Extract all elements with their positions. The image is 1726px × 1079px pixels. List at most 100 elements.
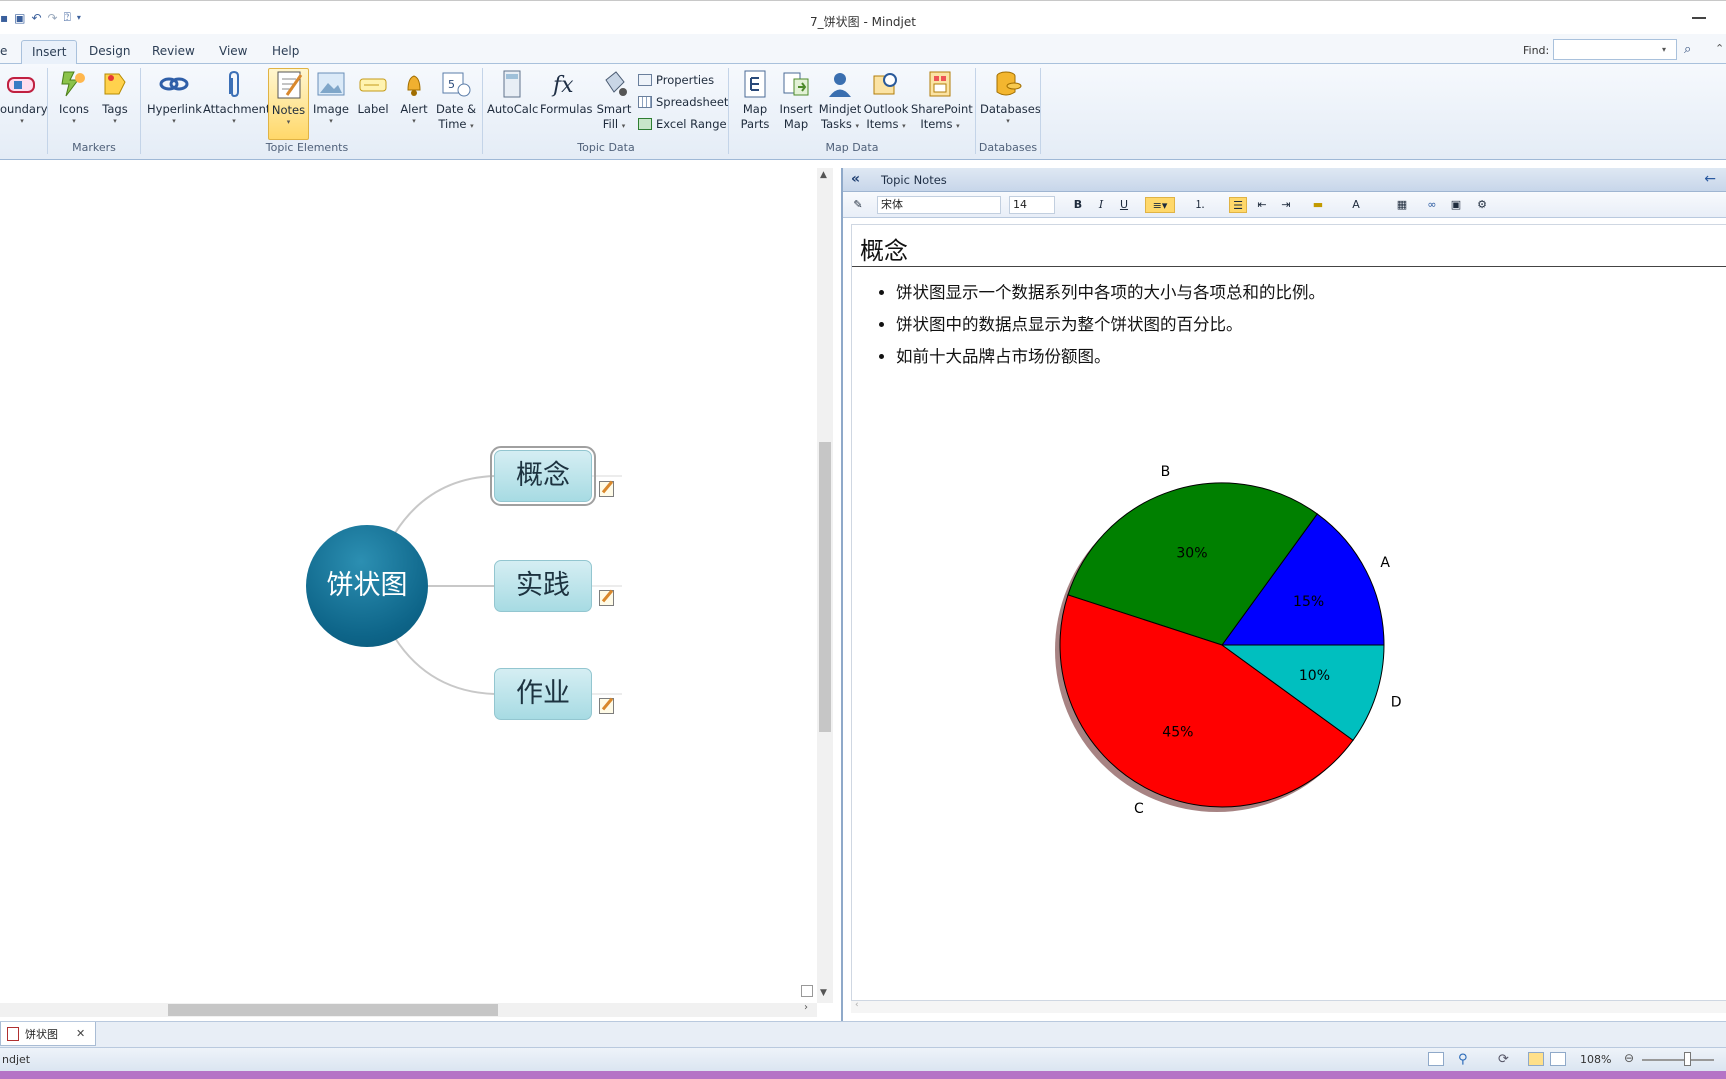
icons-button[interactable]: Icons ▾: [56, 68, 92, 126]
insert-map-label-line2: Map: [783, 117, 809, 131]
font-size-select[interactable]: 14: [1009, 196, 1055, 214]
status-app-name[interactable]: ndjet: [2, 1053, 30, 1066]
insert-map-button[interactable]: Insert Map: [778, 68, 814, 132]
bulleted-list-icon[interactable]: ☰: [1229, 197, 1247, 213]
tab-file[interactable]: e: [0, 40, 17, 64]
attachment-button[interactable]: Attachment ▾: [203, 68, 270, 126]
outlook-items-button[interactable]: Outlook Items ▾: [863, 68, 909, 132]
zoom-level: 108%: [1580, 1053, 1612, 1066]
minimize-icon[interactable]: [1692, 17, 1706, 19]
collapse-panel-icon[interactable]: «: [851, 171, 860, 187]
canvas-corner-icon[interactable]: [801, 985, 813, 997]
layout-outline-icon[interactable]: [1550, 1052, 1566, 1066]
numbered-list-icon[interactable]: ⒈: [1191, 197, 1209, 213]
tab-help[interactable]: Help: [262, 40, 309, 64]
icons-icon: [61, 71, 85, 97]
properties-button[interactable]: Properties: [638, 73, 714, 87]
map-parts-button[interactable]: Map Parts: [737, 68, 773, 132]
tab-view[interactable]: View: [209, 40, 257, 64]
hyperlink-button[interactable]: Hyperlink ▾: [147, 68, 202, 126]
sharepoint-items-button[interactable]: SharePoint Items ▾: [911, 68, 973, 132]
zoom-slider-handle[interactable]: [1684, 1052, 1691, 1066]
tab-insert[interactable]: Insert: [21, 40, 78, 65]
table-icon[interactable]: ▦: [1393, 197, 1411, 213]
group-label-topic-data: Topic Data: [577, 141, 635, 154]
autocalc-button[interactable]: AutoCalc: [487, 68, 538, 117]
italic-icon[interactable]: I: [1092, 197, 1110, 213]
central-topic[interactable]: 饼状图: [306, 525, 428, 647]
notes-button[interactable]: Notes ▾: [268, 68, 309, 140]
spreadsheet-button[interactable]: Spreadsheet: [638, 95, 728, 109]
zoom-slider[interactable]: [1642, 1059, 1714, 1061]
document-tab-label: 饼状图: [25, 1027, 58, 1041]
scroll-right-icon[interactable]: ›: [804, 1002, 808, 1013]
link-icon[interactable]: ∞: [1423, 197, 1441, 213]
excel-range-label: Excel Range: [656, 117, 727, 131]
label-button[interactable]: Label: [354, 68, 392, 117]
mindjet-tasks-label-line2: Tasks: [821, 117, 852, 131]
scroll-thumb[interactable]: [819, 442, 831, 732]
font-name-select[interactable]: 宋体: [877, 196, 1001, 214]
outlook-items-label-line2: Items: [866, 117, 899, 131]
topic-note-icon[interactable]: [599, 590, 614, 606]
excel-range-button[interactable]: Excel Range: [638, 117, 727, 131]
label-label: Label: [357, 102, 389, 116]
databases-button[interactable]: Databases ▾: [980, 68, 1041, 126]
subtopic-concept[interactable]: 概念: [490, 446, 596, 506]
back-arrow-icon[interactable]: ←: [1704, 171, 1716, 187]
map-canvas[interactable]: 饼状图 概念 实践 作业: [0, 168, 817, 1003]
subtopic-homework[interactable]: 作业: [494, 668, 592, 720]
filter-icon[interactable]: ⚲: [1458, 1052, 1474, 1067]
insert-image-icon[interactable]: ▣: [1447, 197, 1465, 213]
align-left-icon[interactable]: ≡▾: [1145, 197, 1175, 213]
boundary-label: oundary: [0, 102, 48, 116]
image-button[interactable]: Image ▾: [312, 68, 350, 126]
map-vertical-scrollbar[interactable]: ▲ ▼: [817, 168, 833, 1003]
increase-indent-icon[interactable]: ⇥: [1277, 197, 1295, 213]
decrease-indent-icon[interactable]: ⇤: [1253, 197, 1271, 213]
topic-note-icon[interactable]: [599, 698, 614, 714]
date-time-label-line1: Date &: [435, 102, 477, 116]
refresh-icon[interactable]: ⟳: [1498, 1052, 1514, 1067]
bold-icon[interactable]: B: [1069, 197, 1087, 213]
find-input[interactable]: [1553, 39, 1677, 60]
scroll-up-icon[interactable]: ▲: [820, 170, 827, 180]
smart-fill-button[interactable]: Smart Fill ▾: [595, 68, 633, 132]
window-title: 7_饼状图 - Mindjet: [810, 15, 916, 29]
boundary-button[interactable]: oundary ▾: [0, 68, 48, 126]
scroll-down-icon[interactable]: ▼: [820, 988, 827, 998]
spreadsheet-label: Spreadsheet: [656, 95, 729, 109]
notes-horizontal-scrollbar[interactable]: ‹: [851, 1000, 1726, 1013]
ribbon-minimize-icon[interactable]: ⌃: [1715, 42, 1724, 55]
view-icon[interactable]: [1428, 1052, 1444, 1066]
subtopic-practice[interactable]: 实践: [494, 560, 592, 612]
tab-design[interactable]: Design: [79, 40, 140, 64]
tags-button[interactable]: Tags ▾: [98, 68, 132, 126]
notes-editor[interactable]: 概念 饼状图显示一个数据系列中各项的大小与各项总和的比例。 饼状图中的数据点显示…: [851, 224, 1726, 1001]
document-tabs: 饼状图 ✕: [0, 1021, 1726, 1047]
sharepoint-items-label-line1: SharePoint: [911, 102, 973, 116]
mindjet-tasks-button[interactable]: Mindjet Tasks ▾: [818, 68, 862, 132]
image-icon: [317, 72, 345, 96]
scroll-left-icon[interactable]: ‹: [855, 1000, 859, 1010]
tab-review[interactable]: Review: [142, 40, 205, 64]
layout-map-icon[interactable]: [1528, 1052, 1544, 1066]
date-time-button[interactable]: 5 Date & Time ▾: [435, 68, 477, 132]
topic-note-icon[interactable]: [599, 481, 614, 497]
zoom-out-icon[interactable]: ⊖: [1624, 1051, 1634, 1065]
more-options-icon[interactable]: ⚙: [1473, 197, 1491, 213]
formulas-button[interactable]: fx Formulas: [540, 68, 593, 117]
underline-icon[interactable]: U: [1115, 197, 1133, 213]
font-color-icon[interactable]: A: [1347, 197, 1365, 213]
notes-icon: [277, 71, 302, 99]
find-dropdown-icon[interactable]: ▾: [1662, 45, 1666, 54]
pie-category-label: C: [1134, 801, 1144, 817]
scroll-thumb[interactable]: [168, 1004, 498, 1016]
close-icon[interactable]: ✕: [76, 1027, 85, 1040]
alert-button[interactable]: Alert ▾: [396, 68, 432, 126]
document-tab[interactable]: 饼状图 ✕: [0, 1022, 97, 1046]
format-painter-icon[interactable]: ✎: [849, 197, 867, 213]
find-binoculars-icon[interactable]: ⌕: [1684, 42, 1691, 57]
highlight-color-icon[interactable]: ▬: [1309, 197, 1327, 213]
map-horizontal-scrollbar[interactable]: ›: [0, 1002, 817, 1017]
